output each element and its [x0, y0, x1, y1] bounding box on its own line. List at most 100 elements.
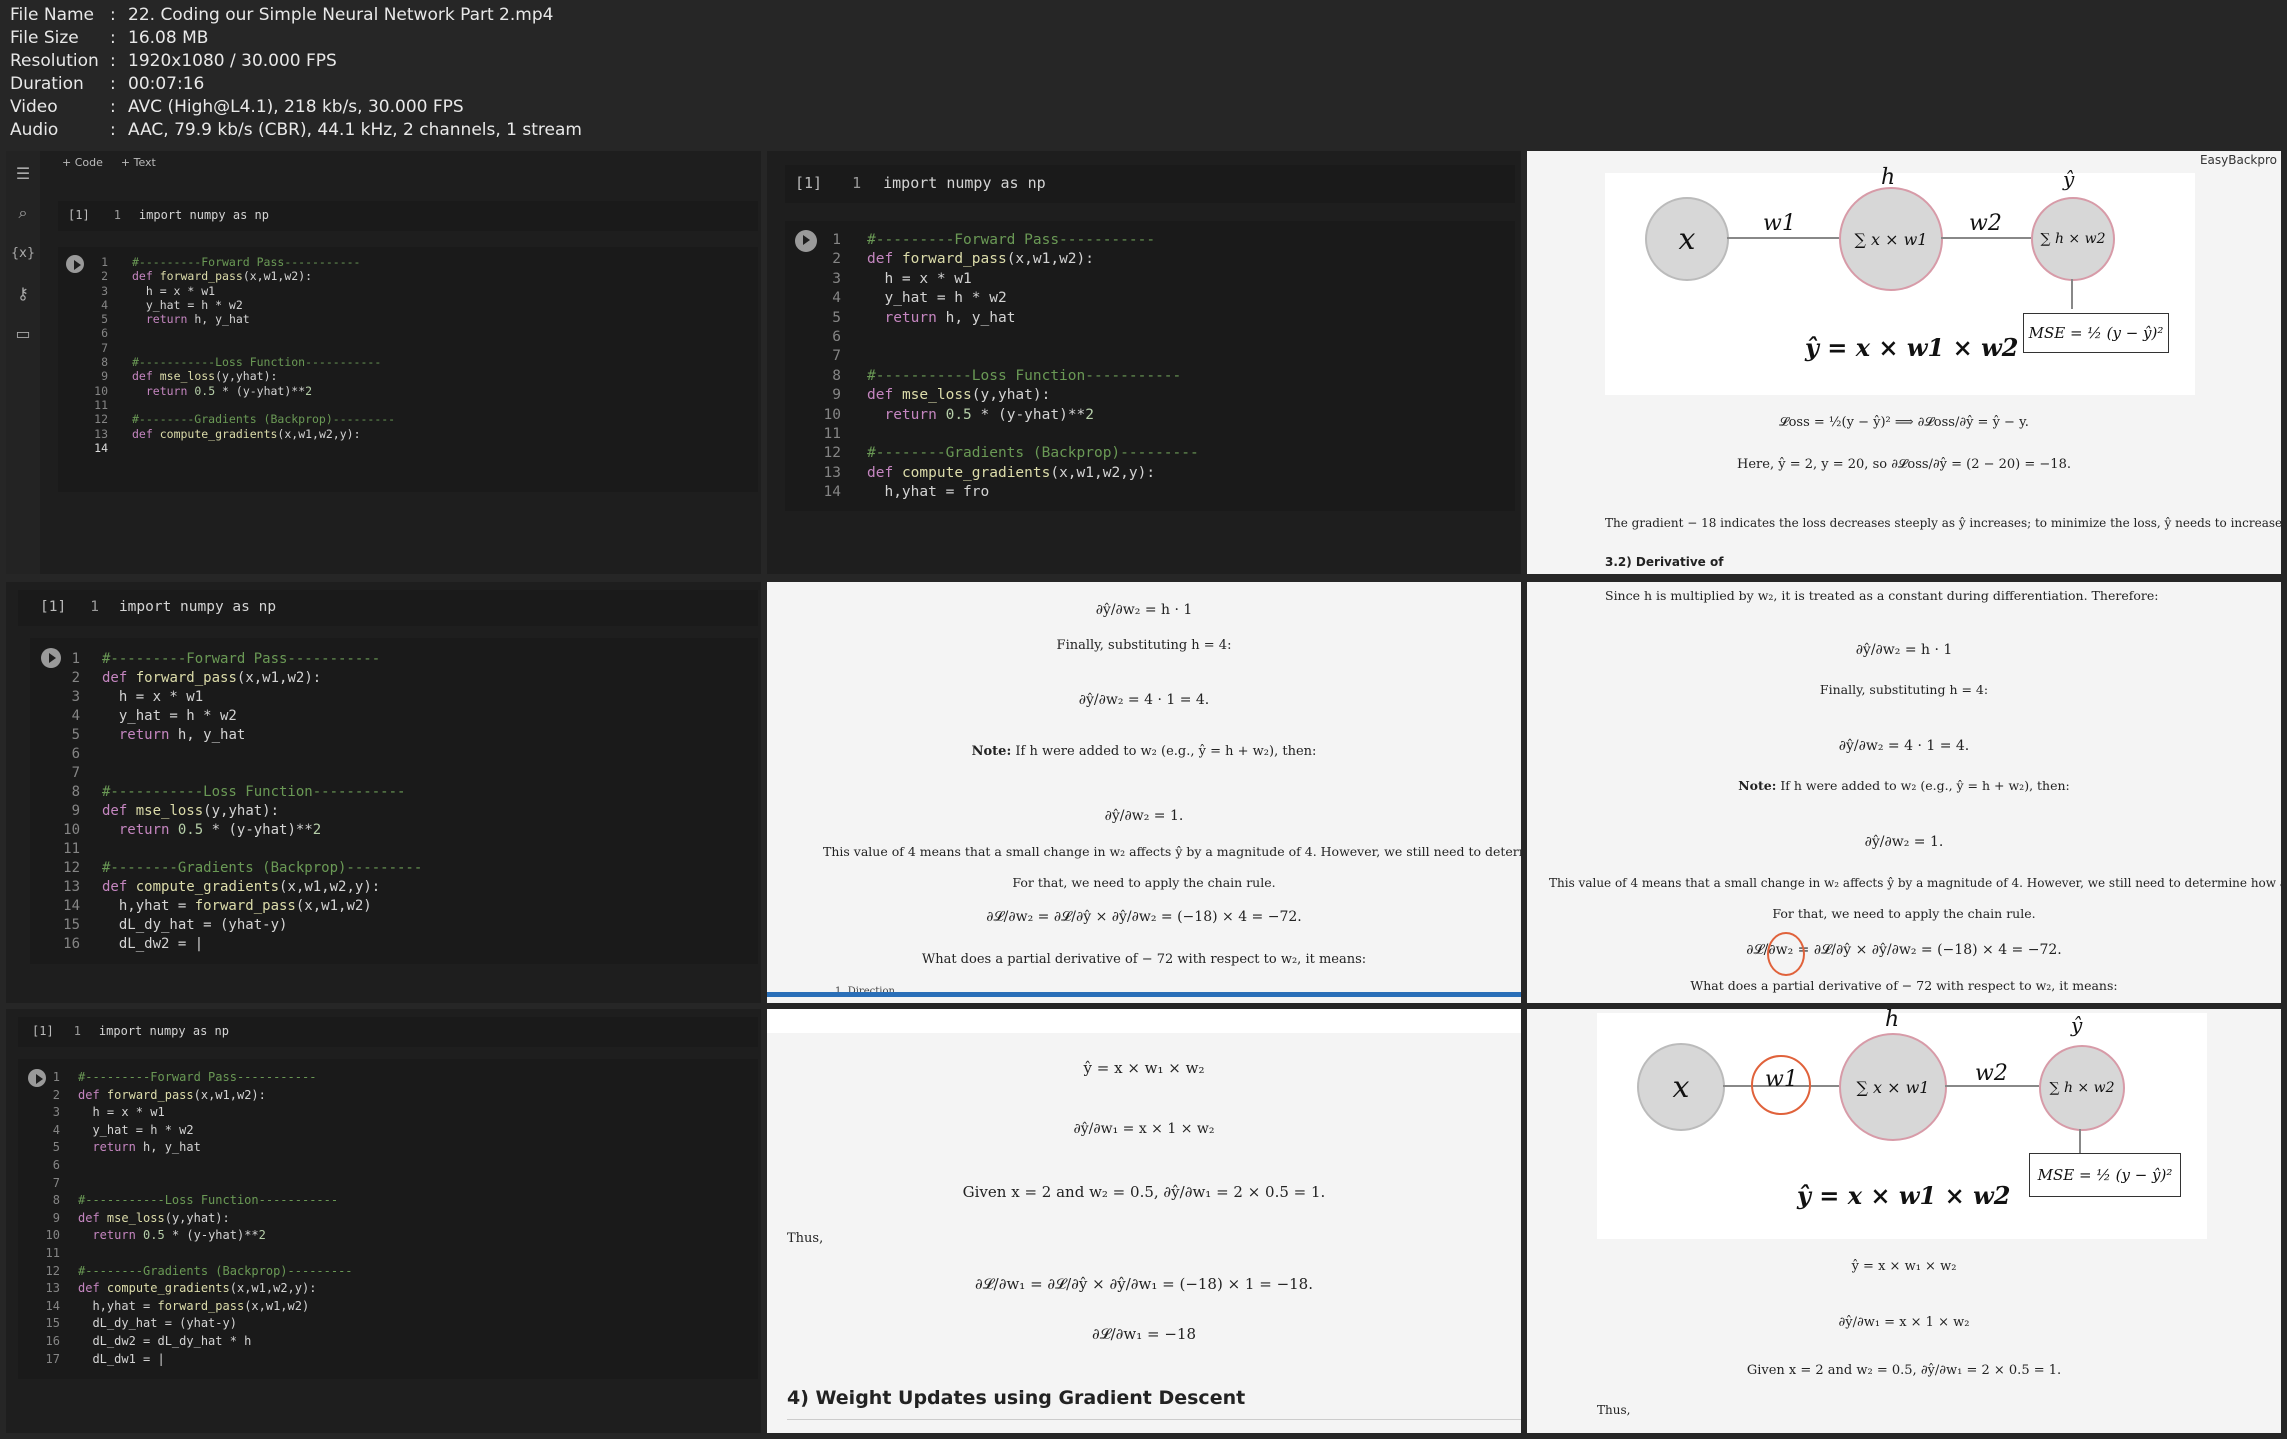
- code-line[interactable]: 6: [30, 1157, 353, 1175]
- code-text: def forward_pass(x,w1,w2):: [132, 269, 313, 284]
- code-line[interactable]: 9 def mse_loss(y,yhat):: [807, 386, 1199, 405]
- code-line[interactable]: 2 def forward_pass(x,w1,w2):: [30, 1087, 353, 1105]
- line-number: 12: [45, 1263, 60, 1278]
- import-cell[interactable]: [1] 1 import numpy as np: [18, 590, 758, 626]
- secrets-icon[interactable]: ⚷: [6, 273, 40, 313]
- progress-bar[interactable]: [767, 992, 1521, 997]
- add-text-button[interactable]: + Text: [121, 156, 156, 169]
- code-line[interactable]: 9 def mse_loss(y,yhat):: [30, 1210, 353, 1228]
- code-line[interactable]: 7: [807, 347, 1199, 366]
- code-line[interactable]: 1 #---------Forward Pass-----------: [50, 650, 422, 669]
- info-row: Video: AVC (High@L4.1), 218 kb/s, 30.000 …: [10, 96, 582, 119]
- derivative-4: ∂ŷ/∂w₂ = 4 · 1 = 4.: [1078, 692, 1210, 708]
- code-line[interactable]: 10 return 0.5 * (y-yhat)**2: [807, 406, 1199, 425]
- code-text: h,yhat = forward_pass(x,w1,w2): [102, 898, 372, 914]
- code-line[interactable]: 4 y_hat = h * w2: [78, 298, 395, 312]
- code-cell[interactable]: 1 #---------Forward Pass----------- 2 def f…: [18, 1059, 758, 1379]
- line-number: 1: [832, 232, 841, 248]
- code-line[interactable]: 11: [78, 398, 395, 412]
- code-line[interactable]: 3 h = x * w1: [50, 688, 422, 707]
- code-line[interactable]: 10 return 0.5 * (y-yhat)**2: [78, 384, 395, 398]
- code-line[interactable]: 6: [78, 326, 395, 340]
- code-line[interactable]: 14 h,yhat = forward_pass(x,w1,w2): [50, 897, 422, 916]
- code-line[interactable]: 3 h = x * w1: [78, 284, 395, 298]
- code-line[interactable]: 13 def compute_gradients(x,w1,w2,y):: [807, 464, 1199, 483]
- code-line[interactable]: 12 #--------Gradients (Backprop)---------: [50, 859, 422, 878]
- code-line[interactable]: 3 h = x * w1: [807, 270, 1199, 289]
- code-line[interactable]: 11: [50, 840, 422, 859]
- code-cell[interactable]: 1 #---------Forward Pass----------- 2 def f…: [58, 247, 758, 492]
- node-h: ∑ x × w1: [1839, 1033, 1947, 1141]
- substitute-line: Finally, substituting h = 4:: [1819, 682, 1989, 697]
- code-line[interactable]: 13 def compute_gradients(x,w1,w2,y):: [78, 427, 395, 441]
- code-line[interactable]: 7: [30, 1175, 353, 1193]
- code-line[interactable]: 16 dL_dw2 = |: [50, 935, 422, 954]
- files-icon[interactable]: ▭: [6, 313, 40, 353]
- variables-icon[interactable]: {x}: [6, 233, 40, 273]
- code-line[interactable]: 6: [50, 745, 422, 764]
- add-code-button[interactable]: + Code: [62, 156, 103, 169]
- label-yhat: ŷ: [2063, 167, 2075, 191]
- import-cell[interactable]: [1] 1 import numpy as np: [58, 201, 758, 231]
- code-line[interactable]: 10 return 0.5 * (y-yhat)**2: [50, 821, 422, 840]
- code-line[interactable]: 7: [78, 341, 395, 355]
- code-line[interactable]: 8 #-----------Loss Function-----------: [807, 367, 1199, 386]
- code-lines: 1 #---------Forward Pass----------- 2 def f…: [78, 255, 395, 455]
- code-line[interactable]: 13 def compute_gradients(x,w1,w2,y):: [30, 1280, 353, 1298]
- code-line[interactable]: 5 return h, y_hat: [30, 1139, 353, 1157]
- code-line[interactable]: 6: [807, 328, 1199, 347]
- code-line[interactable]: 9 def mse_loss(y,yhat):: [50, 802, 422, 821]
- line-number: 5: [832, 309, 841, 326]
- info-colon: :: [110, 74, 116, 94]
- code-text: #-----------Loss Function-----------: [132, 355, 382, 370]
- line-number: 2: [71, 670, 80, 686]
- code-text: def forward_pass(x,w1,w2):: [78, 1087, 266, 1102]
- line-number: 8: [101, 355, 108, 370]
- code-line[interactable]: 2 def forward_pass(x,w1,w2):: [807, 250, 1199, 269]
- code-line[interactable]: 2 def forward_pass(x,w1,w2):: [50, 669, 422, 688]
- info-value: 16.08 MB: [128, 28, 209, 48]
- here-line: Here, ŷ = 2, y = 20, so ∂𝓛oss/∂ŷ = (2 − …: [1737, 457, 2071, 472]
- code-cell[interactable]: 1 #---------Forward Pass----------- 2 def f…: [30, 638, 758, 964]
- code-line[interactable]: 17 dL_dw1 = |: [30, 1351, 353, 1369]
- import-cell[interactable]: [1] 1 import numpy as np: [785, 165, 1515, 203]
- code-line[interactable]: 1 #---------Forward Pass-----------: [30, 1069, 353, 1087]
- code-cell[interactable]: 1 #---------Forward Pass----------- 2 def f…: [785, 221, 1515, 511]
- code-line[interactable]: 9 def mse_loss(y,yhat):: [78, 369, 395, 383]
- code-line[interactable]: 5 return h, y_hat: [807, 309, 1199, 328]
- code-line[interactable]: 8 #-----------Loss Function-----------: [30, 1192, 353, 1210]
- code-line[interactable]: 11: [30, 1245, 353, 1263]
- code-line[interactable]: 12 #--------Gradients (Backprop)---------: [78, 412, 395, 426]
- code-line[interactable]: 12 #--------Gradients (Backprop)---------: [807, 444, 1199, 463]
- code-line[interactable]: 10 return 0.5 * (y-yhat)**2: [30, 1227, 353, 1245]
- network-diagram: x w1 ∑ x × w1 h w2 ∑ h × w2 ŷ MSE = ½ (y…: [1597, 1009, 2207, 1239]
- code-line[interactable]: 15 dL_dy_hat = (yhat-y): [30, 1315, 353, 1333]
- code-line[interactable]: 15 dL_dy_hat = (yhat-y): [50, 916, 422, 935]
- code-text: dL_dy_hat = (yhat-y): [78, 1316, 237, 1331]
- line-number: 11: [63, 841, 80, 857]
- exec-count: [1]: [68, 208, 90, 222]
- search-icon[interactable]: ⌕: [6, 193, 40, 233]
- code-line[interactable]: 12 #--------Gradients (Backprop)---------: [30, 1263, 353, 1281]
- code-line[interactable]: 2 def forward_pass(x,w1,w2):: [78, 269, 395, 283]
- code-line[interactable]: 14 h,yhat = forward_pass(x,w1,w2): [30, 1298, 353, 1316]
- toc-icon[interactable]: ☰: [6, 153, 40, 193]
- code-line[interactable]: 14 h,yhat = fro: [807, 483, 1199, 502]
- code-line[interactable]: 4 y_hat = h * w2: [807, 289, 1199, 308]
- code-line[interactable]: 14: [78, 441, 395, 455]
- code-line[interactable]: 1 #---------Forward Pass-----------: [78, 255, 395, 269]
- code-line[interactable]: 3 h = x * w1: [30, 1104, 353, 1122]
- code-line[interactable]: 11: [807, 425, 1199, 444]
- code-line[interactable]: 7: [50, 764, 422, 783]
- code-line[interactable]: 8 #-----------Loss Function-----------: [78, 355, 395, 369]
- import-cell[interactable]: [1] 1 import numpy as np: [18, 1017, 758, 1047]
- code-line[interactable]: 13 def compute_gradients(x,w1,w2,y):: [50, 878, 422, 897]
- code-line[interactable]: 16 dL_dw2 = dL_dy_hat * h: [30, 1333, 353, 1351]
- code-line[interactable]: 1 #---------Forward Pass-----------: [807, 231, 1199, 250]
- mse-box: MSE = ½ (y − ŷ)²: [2029, 1153, 2181, 1197]
- code-line[interactable]: 5 return h, y_hat: [50, 726, 422, 745]
- code-line[interactable]: 8 #-----------Loss Function-----------: [50, 783, 422, 802]
- code-line[interactable]: 4 y_hat = h * w2: [50, 707, 422, 726]
- code-line[interactable]: 4 y_hat = h * w2: [30, 1122, 353, 1140]
- code-line[interactable]: 5 return h, y_hat: [78, 312, 395, 326]
